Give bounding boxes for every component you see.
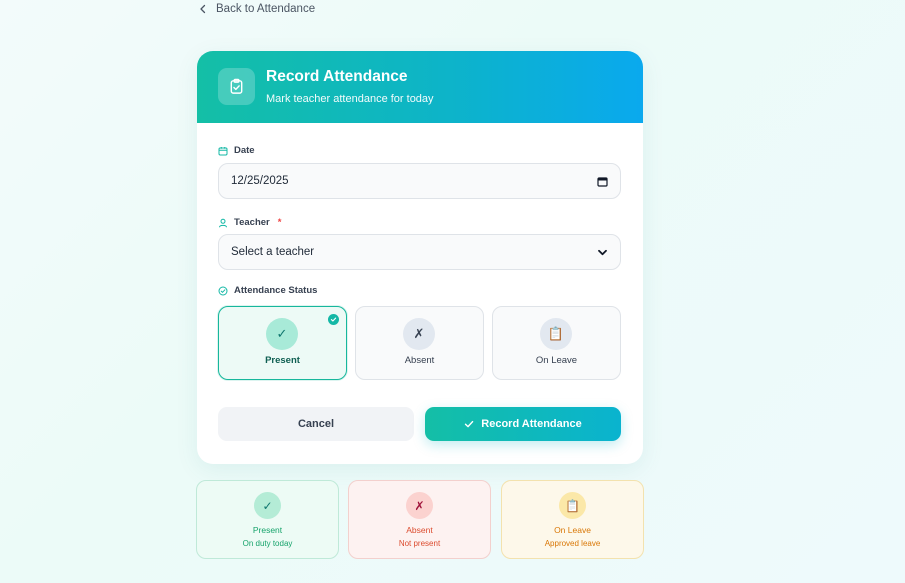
clipboard-icon: 📋 bbox=[559, 492, 586, 519]
check-icon: ✓ bbox=[254, 492, 281, 519]
status-option-absent[interactable]: ✗ Absent bbox=[355, 306, 484, 380]
record-attendance-button-label: Record Attendance bbox=[481, 418, 582, 430]
summary-title: On Leave bbox=[554, 525, 591, 535]
back-to-attendance-link[interactable]: Back to Attendance bbox=[198, 3, 315, 15]
status-option-label: On Leave bbox=[535, 355, 578, 366]
summary-card-present: ✓ Present On duty today bbox=[196, 480, 339, 559]
date-label: Date bbox=[218, 145, 255, 156]
summary-subtitle: On duty today bbox=[242, 539, 293, 548]
chevron-left-icon bbox=[200, 4, 206, 14]
page-subtitle: Mark teacher attendance for today bbox=[266, 93, 434, 105]
summary-card-absent: ✗ Absent Not present bbox=[348, 480, 491, 559]
calendar-picker-icon[interactable] bbox=[597, 176, 608, 187]
record-attendance-card: Record Attendance Mark teacher attendanc… bbox=[197, 51, 643, 464]
selected-check-icon bbox=[328, 314, 339, 325]
status-option-on-leave[interactable]: 📋 On Leave bbox=[492, 306, 621, 380]
attendance-status-label: Attendance Status bbox=[218, 285, 317, 296]
cancel-button[interactable]: Cancel bbox=[218, 407, 414, 441]
summary-title: Absent bbox=[406, 525, 433, 535]
status-option-label: Present bbox=[265, 355, 300, 366]
summary-card-on-leave: 📋 On Leave Approved leave bbox=[501, 480, 644, 559]
check-circle-icon bbox=[218, 286, 228, 295]
calendar-icon bbox=[218, 146, 228, 155]
clipboard-icon: 📋 bbox=[540, 318, 572, 350]
summary-subtitle: Approved leave bbox=[544, 539, 601, 548]
page-title: Record Attendance bbox=[266, 68, 408, 85]
x-mark-icon: ✗ bbox=[403, 318, 435, 350]
chevron-down-icon bbox=[598, 249, 607, 255]
card-header: Record Attendance Mark teacher attendanc… bbox=[197, 51, 643, 123]
summary-subtitle: Not present bbox=[398, 539, 441, 548]
status-option-present[interactable]: ✓ Present bbox=[218, 306, 347, 380]
back-link-label: Back to Attendance bbox=[216, 3, 316, 15]
date-value: 12/25/2025 bbox=[231, 175, 289, 187]
required-mark: * bbox=[277, 217, 282, 228]
status-option-label: Absent bbox=[404, 355, 435, 366]
check-icon: ✓ bbox=[266, 318, 298, 350]
date-input[interactable]: 12/25/2025 bbox=[218, 163, 621, 199]
record-attendance-button[interactable]: Record Attendance bbox=[425, 407, 621, 441]
clipboard-check-icon bbox=[218, 68, 255, 105]
x-mark-icon: ✗ bbox=[406, 492, 433, 519]
summary-title: Present bbox=[252, 525, 283, 535]
check-icon bbox=[465, 420, 474, 428]
user-icon bbox=[219, 218, 227, 227]
teacher-select-value: Select a teacher bbox=[231, 246, 315, 258]
teacher-label: Teacher * bbox=[218, 217, 281, 228]
teacher-select[interactable]: Select a teacher bbox=[218, 234, 621, 270]
